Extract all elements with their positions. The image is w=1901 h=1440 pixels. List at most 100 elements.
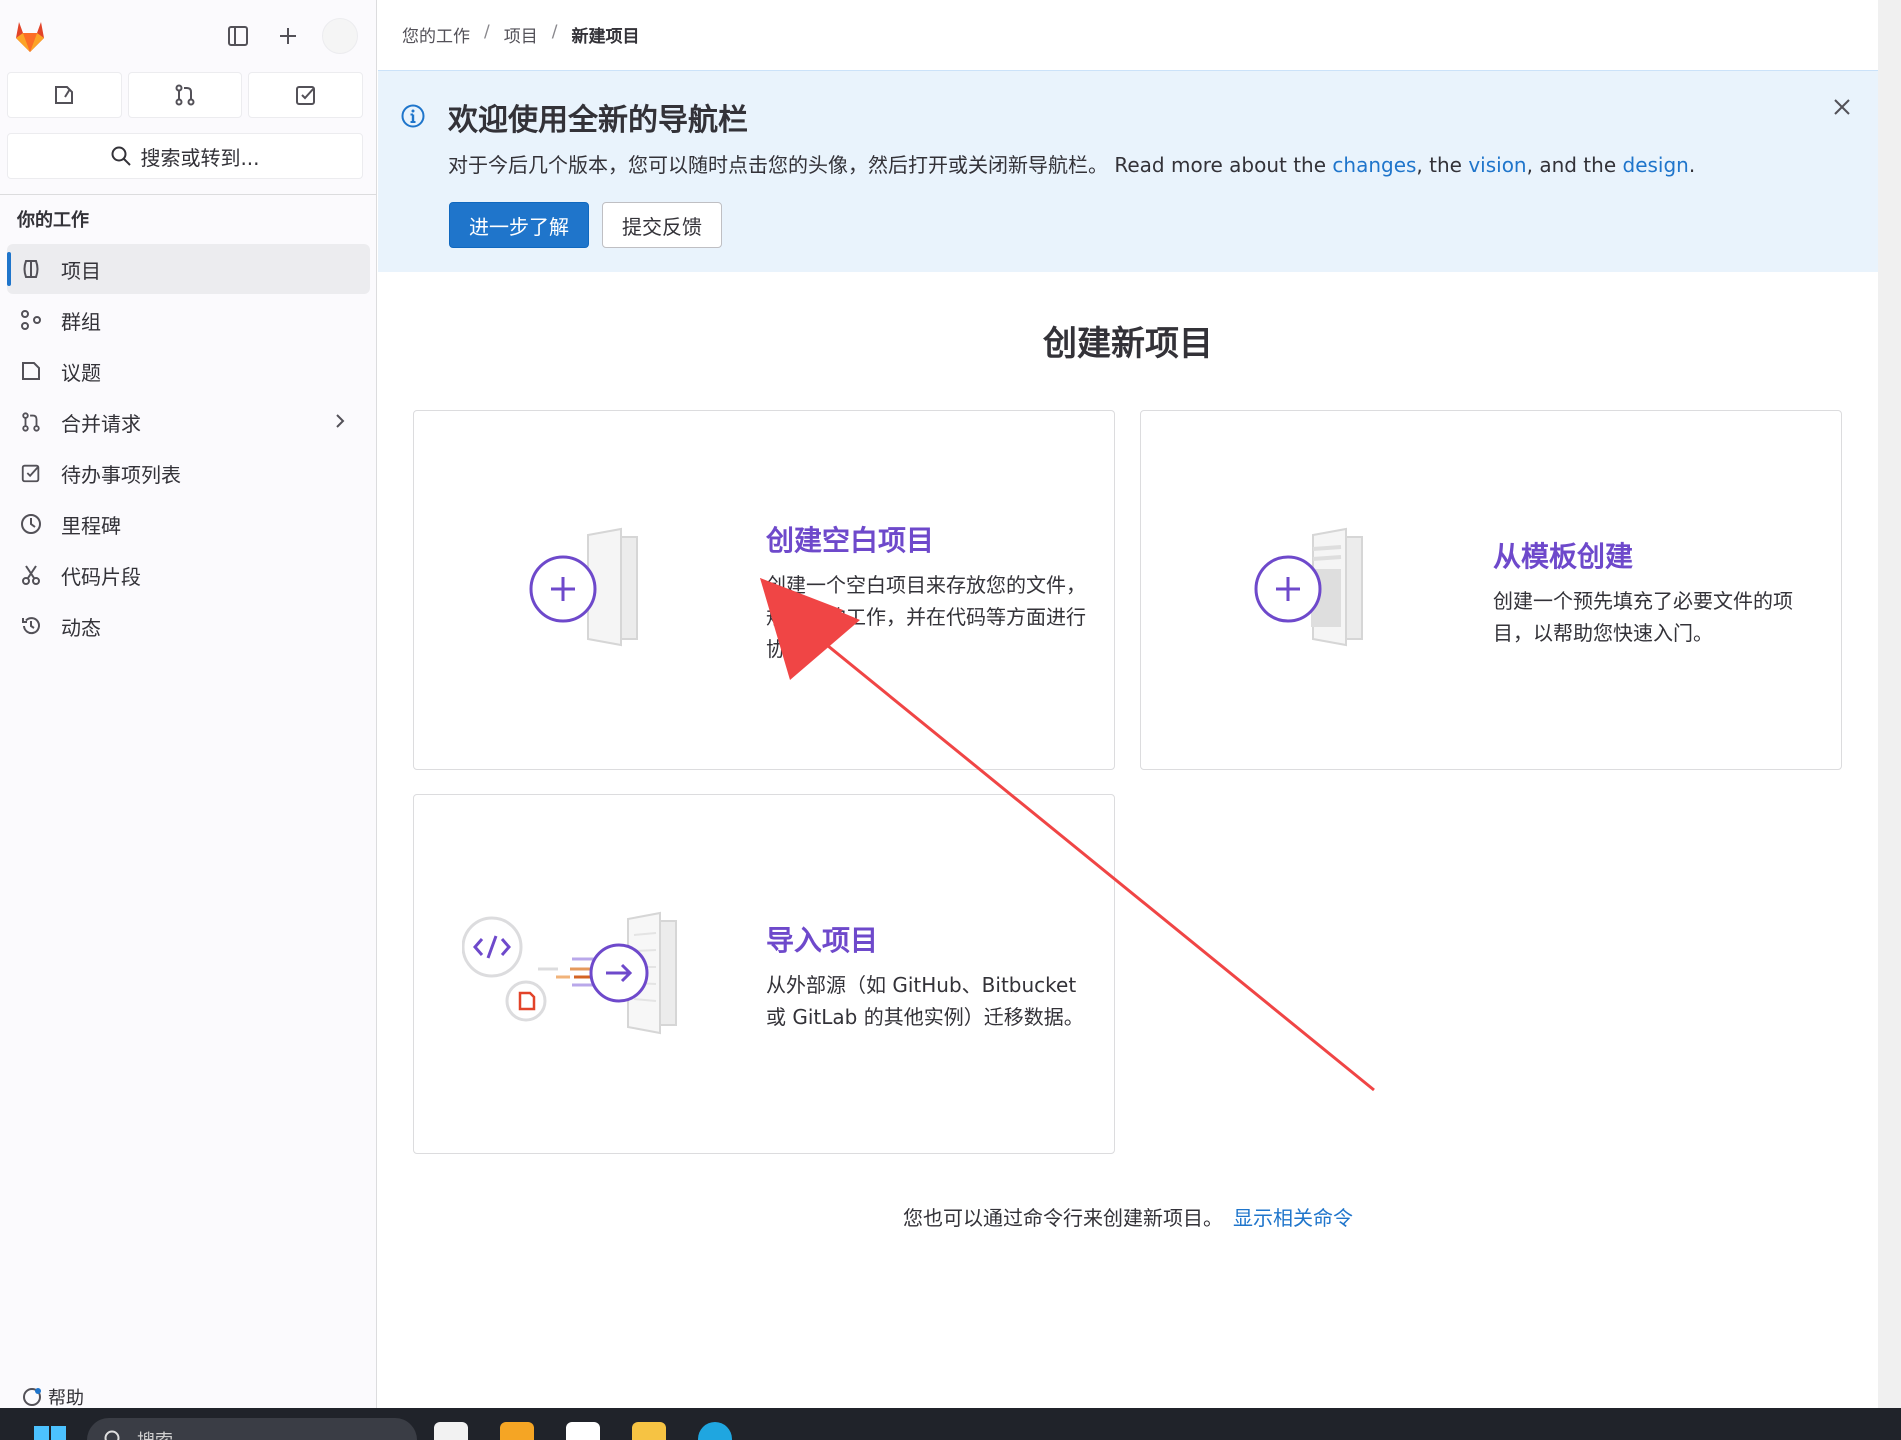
sidebar-item-label: 议题: [61, 360, 101, 385]
show-commands-link[interactable]: 显示相关命令: [1233, 1206, 1353, 1230]
card-description-line: 目，以帮助您快速入门。: [1493, 621, 1713, 645]
sidebar-item-projects[interactable]: 项目: [7, 244, 370, 294]
new-navigation-banner: 欢迎使用全新的导航栏 对于今后几个版本，您可以随时点击您的头像，然后打开或关闭新…: [378, 70, 1878, 272]
snippet-icon: [19, 563, 43, 587]
breadcrumb-item-your-work[interactable]: 您的工作: [402, 22, 470, 47]
sidebar-item-todos[interactable]: 待办事项列表: [7, 448, 370, 498]
issues-icon: [55, 86, 74, 104]
taskbar-app-edge-icon[interactable]: [698, 1422, 732, 1440]
taskbar-app-typora-icon[interactable]: [434, 1422, 468, 1440]
milestone-icon: [19, 512, 43, 536]
sidebar-item-groups[interactable]: 群组: [7, 295, 370, 345]
sidebar-item-issues[interactable]: 议题: [7, 346, 370, 396]
card-title: 导入项目: [766, 924, 879, 957]
template-illustration-icon: [1254, 527, 1363, 647]
sidebar-item-label: 群组: [61, 309, 101, 334]
todos-counter-button[interactable]: [248, 72, 364, 118]
taskbar-search-placeholder: 搜索: [137, 1427, 173, 1440]
issues-counter-button[interactable]: [7, 72, 122, 118]
sidebar-divider: [0, 194, 377, 195]
close-icon: [1834, 99, 1850, 115]
help-icon: [23, 1388, 41, 1406]
page-scrollbar[interactable]: [1878, 0, 1901, 1408]
activity-icon: [19, 614, 43, 638]
sidebar-item-merge-requests[interactable]: 合并请求: [7, 397, 370, 447]
card-title: 从模板创建: [1493, 540, 1634, 573]
sidebar-nav: 项目 群组 议题 合并请求 待办事项列表 里程碑 代码片段 动态: [0, 244, 377, 652]
create-blank-project-card[interactable]: 创建空白项目 创建一个空白项目来存放您的文件， 规划您的工作，并在代码等方面进行…: [413, 410, 1115, 770]
design-link[interactable]: design: [1623, 153, 1689, 177]
banner-text-en-1: Read more about the: [1114, 153, 1327, 177]
breadcrumb-item-projects[interactable]: 项目: [504, 22, 538, 47]
card-description-line: 协作。: [766, 637, 826, 661]
sidebar-counters: [7, 72, 364, 118]
card-description: 从外部源（如 GitHub、Bitbucket 或 GitLab 的其他实例）迁…: [766, 969, 1084, 1033]
plus-icon: [280, 28, 296, 44]
sidebar-header: [0, 0, 377, 72]
breadcrumb-separator: /: [551, 22, 558, 42]
page-title: 创建新项目: [1043, 324, 1213, 364]
taskbar-app-files-icon[interactable]: [500, 1422, 534, 1440]
learn-more-button[interactable]: 进一步了解: [449, 202, 589, 248]
taskbar-search[interactable]: 搜索: [87, 1418, 417, 1440]
dismiss-banner-button[interactable]: [1832, 97, 1852, 121]
card-description-line: 或 GitLab 的其他实例）迁移数据。: [766, 1005, 1084, 1029]
merge-request-icon: [19, 410, 43, 434]
breadcrumb: 您的工作 / 项目 / 新建项目: [402, 22, 639, 47]
vision-link[interactable]: vision: [1468, 153, 1526, 177]
import-illustration-icon: [462, 911, 677, 1035]
sidebar-item-label: 代码片段: [61, 564, 141, 589]
user-avatar[interactable]: [322, 18, 358, 54]
create-from-template-card[interactable]: 从模板创建 创建一个预先填充了必要文件的项 目，以帮助您快速入门。: [1140, 410, 1842, 770]
card-description: 创建一个空白项目来存放您的文件， 规划您的工作，并在代码等方面进行 协作。: [766, 569, 1086, 665]
banner-text-en-4: .: [1688, 153, 1696, 177]
breadcrumb-separator: /: [484, 22, 490, 42]
submit-feedback-button[interactable]: 提交反馈: [602, 202, 722, 248]
sidebar-item-label: 合并请求: [61, 411, 141, 436]
taskbar: 搜索: [0, 1408, 1901, 1440]
main-content: 您的工作 / 项目 / 新建项目 欢迎使用全新的导航栏 对于今后几个版本，您可以…: [378, 0, 1878, 1408]
taskbar-app-maps-icon[interactable]: [566, 1422, 600, 1440]
command-line-hint: 您也可以通过命令行来创建新项目。 显示相关命令: [378, 1202, 1878, 1231]
search-button[interactable]: 搜索或转到...: [7, 133, 363, 179]
card-description-line: 创建一个预先填充了必要文件的项: [1493, 589, 1793, 613]
todo-icon: [295, 86, 315, 105]
sidebar-item-milestones[interactable]: 里程碑: [7, 499, 370, 549]
merge-requests-counter-button[interactable]: [127, 72, 243, 118]
banner-text-cn: 对于今后几个版本，您可以随时点击您的头像，然后打开或关闭新导航栏。: [448, 153, 1108, 177]
banner-text: 对于今后几个版本，您可以随时点击您的头像，然后打开或关闭新导航栏。 Read m…: [448, 149, 1695, 178]
sidebar-item-activity[interactable]: 动态: [7, 601, 370, 651]
card-title: 创建空白项目: [766, 524, 935, 557]
search-icon: [104, 1430, 120, 1440]
taskbar-app-folder-icon[interactable]: [632, 1422, 666, 1440]
card-description: 创建一个预先填充了必要文件的项 目，以帮助您快速入门。: [1493, 585, 1793, 649]
merge-request-icon: [175, 84, 195, 106]
windows-start-icon[interactable]: [32, 1424, 68, 1440]
issues-icon: [19, 359, 43, 383]
search-label: 搜索或转到...: [140, 145, 260, 170]
breadcrumb-item-new-project[interactable]: 新建项目: [571, 22, 639, 47]
sidebar-toggle-icon: [228, 26, 248, 46]
banner-title: 欢迎使用全新的导航栏: [448, 103, 748, 138]
sidebar-section-title: 你的工作: [17, 210, 89, 231]
sidebar-item-snippets[interactable]: 代码片段: [7, 550, 370, 600]
collapse-sidebar-button[interactable]: [218, 16, 258, 56]
card-description-line: 从外部源（如 GitHub、Bitbucket: [766, 973, 1077, 997]
blank-project-illustration-icon: [529, 527, 638, 647]
create-new-button[interactable]: [268, 16, 308, 56]
sidebar-item-label: 里程碑: [61, 513, 121, 538]
changes-link[interactable]: changes: [1332, 153, 1416, 177]
group-icon: [19, 308, 43, 332]
sidebar: 搜索或转到... 你的工作 项目 群组 议题 合并请求 待办事项列表 里程碑 代…: [0, 0, 377, 1410]
gitlab-logo-icon[interactable]: [10, 16, 50, 56]
sidebar-item-label: 项目: [61, 258, 101, 283]
card-description-line: 创建一个空白项目来存放您的文件，: [766, 573, 1086, 597]
sidebar-item-label: 动态: [61, 615, 101, 640]
todo-icon: [19, 461, 43, 485]
help-button[interactable]: 帮助: [22, 1384, 84, 1410]
chevron-right-icon: [330, 411, 350, 436]
import-project-card[interactable]: 导入项目 从外部源（如 GitHub、Bitbucket 或 GitLab 的其…: [413, 794, 1115, 1154]
info-icon: [401, 104, 425, 128]
help-label: 帮助: [48, 1388, 84, 1409]
search-icon: [111, 146, 132, 166]
